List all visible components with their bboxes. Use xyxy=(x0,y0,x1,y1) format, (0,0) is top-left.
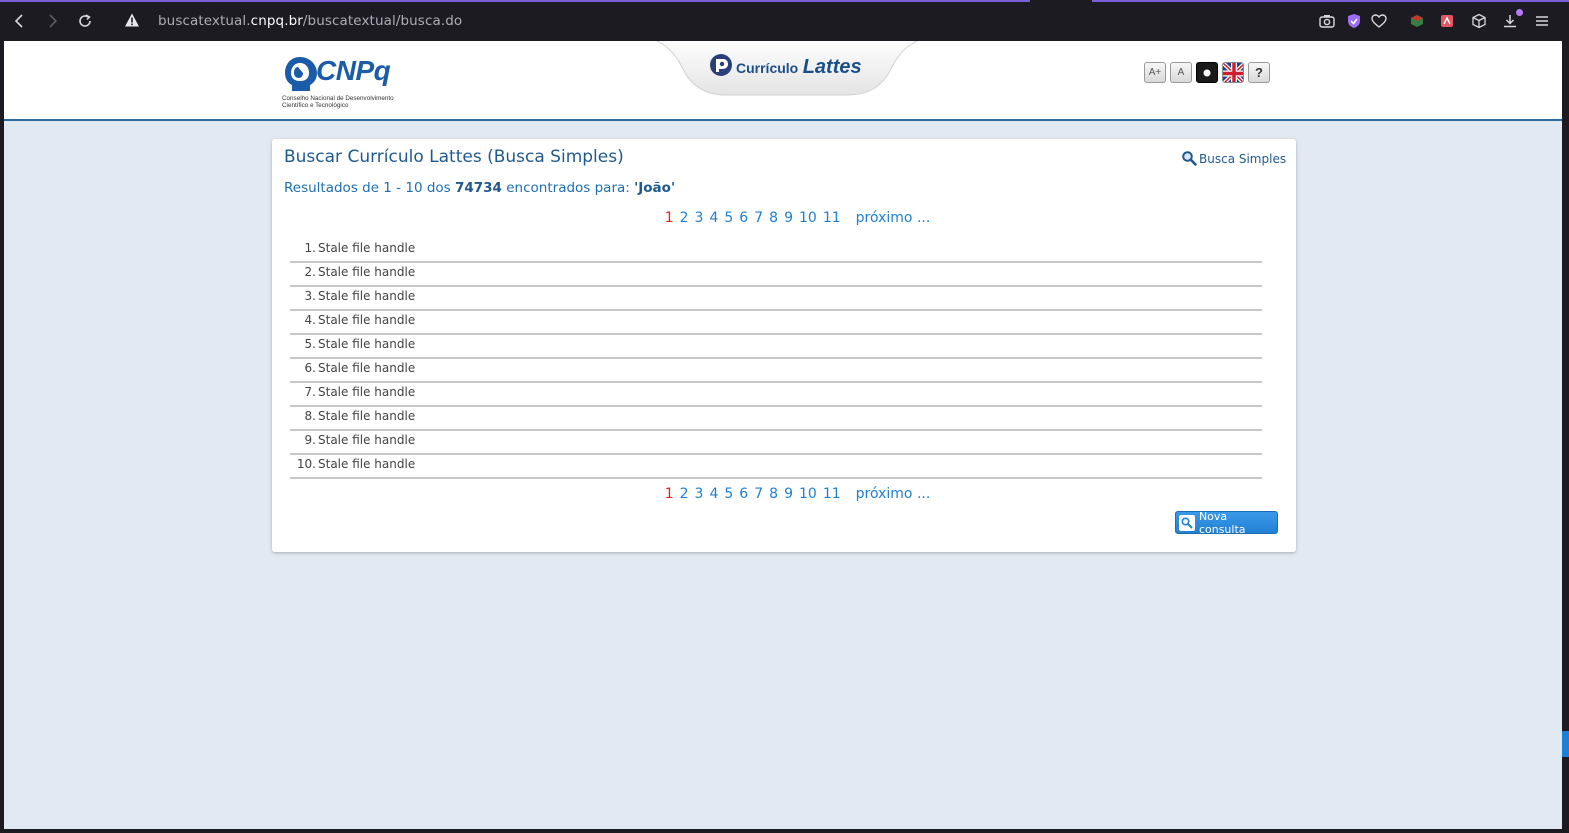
pagination-bottom: 1 2 3 4 5 6 7 8 9 10 11 próximo ... xyxy=(284,486,1308,502)
result-number: 6. xyxy=(304,361,316,375)
next-page-link[interactable]: próximo ... xyxy=(856,486,931,502)
pdf-extension-icon[interactable] xyxy=(1437,11,1457,31)
page-link-5[interactable]: 5 xyxy=(724,210,733,226)
list-item[interactable]: 2. Stale file handle xyxy=(290,263,1262,287)
help-button[interactable]: ? xyxy=(1248,62,1270,83)
result-text[interactable]: Stale file handle xyxy=(318,361,415,375)
list-item[interactable]: 10. Stale file handle xyxy=(290,455,1262,479)
window-bottom-edge xyxy=(0,829,1569,833)
result-text[interactable]: Stale file handle xyxy=(318,289,415,303)
result-text[interactable]: Stale file handle xyxy=(318,385,415,399)
page-link-10[interactable]: 10 xyxy=(799,486,817,502)
busca-simples-label[interactable]: Busca Simples xyxy=(1199,152,1286,166)
list-item[interactable]: 4. Stale file handle xyxy=(290,311,1262,335)
page-link-8[interactable]: 8 xyxy=(769,210,778,226)
list-item[interactable]: 9. Stale file handle xyxy=(290,431,1262,455)
page-link-7[interactable]: 7 xyxy=(754,486,763,502)
nova-consulta-label: Nova consulta xyxy=(1198,509,1246,536)
page-viewport: CNPq Conselho Nacional de Desenvolviment… xyxy=(4,41,1562,829)
url-bar[interactable]: buscatextual.cnpq.br/buscatextual/busca.… xyxy=(158,13,462,29)
page-link-8[interactable]: 8 xyxy=(769,486,778,502)
result-text[interactable]: Stale file handle xyxy=(318,457,415,471)
normal-font-button[interactable]: A xyxy=(1170,62,1192,83)
result-number: 4. xyxy=(304,313,316,327)
page-link-11[interactable]: 11 xyxy=(823,210,841,226)
cnpq-subtitle: Conselho Nacional de Desenvolvimento Cie… xyxy=(282,95,394,109)
notification-dot xyxy=(1516,9,1523,16)
list-item[interactable]: 8. Stale file handle xyxy=(290,407,1262,431)
scroll-indicator[interactable] xyxy=(1562,731,1569,757)
reload-button[interactable] xyxy=(74,10,96,32)
page-link-4[interactable]: 4 xyxy=(709,210,718,226)
next-page-link[interactable]: próximo ... xyxy=(856,210,931,226)
page-link-6[interactable]: 6 xyxy=(739,486,748,502)
lattes-logo-icon xyxy=(710,54,732,76)
page-link-1[interactable]: 1 xyxy=(665,210,674,226)
page-link-2[interactable]: 2 xyxy=(680,486,689,502)
back-button[interactable] xyxy=(9,10,31,32)
page-link-9[interactable]: 9 xyxy=(784,210,793,226)
result-number: 3. xyxy=(304,289,316,303)
page-link-5[interactable]: 5 xyxy=(724,486,733,502)
forward-button[interactable] xyxy=(41,10,63,32)
result-number: 9. xyxy=(304,433,316,447)
magnifier-icon xyxy=(1182,151,1197,166)
page-link-7[interactable]: 7 xyxy=(754,210,763,226)
result-number: 10. xyxy=(296,457,316,471)
page-link-10[interactable]: 10 xyxy=(799,210,817,226)
result-text[interactable]: Stale file handle xyxy=(318,337,415,351)
extension-cube-icon[interactable] xyxy=(1407,11,1427,31)
curriculo-lattes-title[interactable]: Currículo Lattes xyxy=(736,56,862,79)
result-text[interactable]: Stale file handle xyxy=(318,265,415,279)
list-item[interactable]: 5. Stale file handle xyxy=(290,335,1262,359)
heart-icon[interactable] xyxy=(1369,11,1389,31)
list-item[interactable]: 6. Stale file handle xyxy=(290,359,1262,383)
page-link-1[interactable]: 1 xyxy=(665,486,674,502)
results-summary: Resultados de 1 - 10 dos 74734 encontrad… xyxy=(284,180,676,196)
page-link-11[interactable]: 11 xyxy=(823,486,841,502)
window-edge xyxy=(1562,41,1569,833)
result-number: 7. xyxy=(304,385,316,399)
page-title: Buscar Currículo Lattes (Busca Simples) xyxy=(284,147,624,167)
search-icon xyxy=(1179,514,1195,531)
page-link-6[interactable]: 6 xyxy=(739,210,748,226)
list-item[interactable]: 1. Stale file handle xyxy=(290,239,1262,263)
result-text[interactable]: Stale file handle xyxy=(318,313,415,327)
result-number: 1. xyxy=(304,241,316,255)
page-link-9[interactable]: 9 xyxy=(784,486,793,502)
list-item[interactable]: 3. Stale file handle xyxy=(290,287,1262,311)
browser-toolbar: buscatextual.cnpq.br/buscatextual/busca.… xyxy=(0,0,1569,41)
menu-icon[interactable] xyxy=(1532,11,1552,31)
result-text[interactable]: Stale file handle xyxy=(318,241,415,255)
result-number: 2. xyxy=(304,265,316,279)
page-link-3[interactable]: 3 xyxy=(695,210,704,226)
active-tab-indicator xyxy=(0,0,1030,2)
page-link-4[interactable]: 4 xyxy=(709,486,718,502)
result-number: 5. xyxy=(304,337,316,351)
increase-font-button[interactable]: A+ xyxy=(1144,62,1166,83)
list-item[interactable]: 7. Stale file handle xyxy=(290,383,1262,407)
screenshot-icon[interactable] xyxy=(1317,11,1337,31)
search-results-card: Buscar Currículo Lattes (Busca Simples) … xyxy=(272,139,1296,552)
tab-indicator xyxy=(1092,0,1569,2)
pagination-top: 1 2 3 4 5 6 7 8 9 10 11 próximo ... xyxy=(284,210,1308,226)
shield-icon[interactable] xyxy=(1344,11,1364,31)
insecure-warning-icon[interactable] xyxy=(124,12,142,30)
english-flag-icon[interactable] xyxy=(1222,62,1244,83)
result-text[interactable]: Stale file handle xyxy=(318,409,415,423)
result-number: 8. xyxy=(304,409,316,423)
page-link-2[interactable]: 2 xyxy=(680,210,689,226)
high-contrast-button[interactable] xyxy=(1196,62,1218,83)
busca-simples-link[interactable]: Busca Simples xyxy=(1182,151,1286,166)
page-link-3[interactable]: 3 xyxy=(695,486,704,502)
results-list: 1. Stale file handle 2. Stale file handle … xyxy=(290,239,1262,479)
site-header: CNPq Conselho Nacional de Desenvolviment… xyxy=(4,41,1562,121)
cnpq-logo-text: CNPq xyxy=(316,55,391,86)
result-text[interactable]: Stale file handle xyxy=(318,433,415,447)
nova-consulta-button[interactable]: Nova consulta xyxy=(1175,509,1278,536)
package-icon[interactable] xyxy=(1469,11,1489,31)
